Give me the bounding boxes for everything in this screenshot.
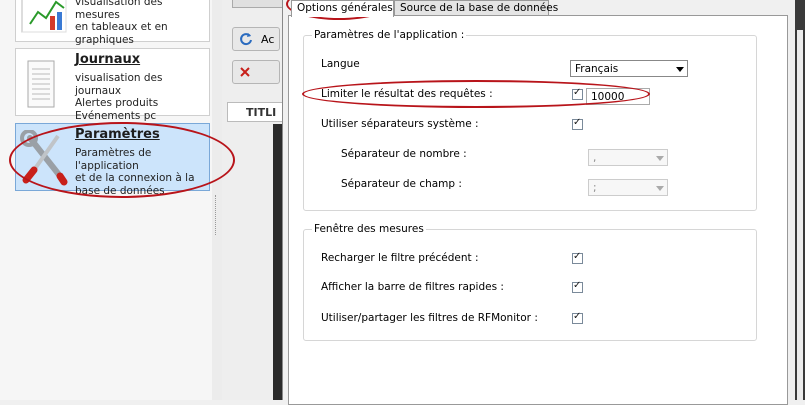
limit-input[interactable]: 10000 xyxy=(586,88,650,105)
sep-champ-value: ; xyxy=(593,182,597,194)
table-header: TITLI xyxy=(227,102,287,122)
share-filter-label: Utiliser/partager les filtres de RFMonit… xyxy=(321,312,538,324)
reload-filter-label: Recharger le filtre précédent : xyxy=(321,252,479,264)
quick-filter-checkbox[interactable] xyxy=(572,280,583,293)
nav-item-mesures[interactable]: visualisation des mesures en tableaux et… xyxy=(15,0,210,46)
langue-select[interactable]: Français xyxy=(570,60,688,77)
action-button-label: Ac xyxy=(261,33,275,46)
sep-champ-select[interactable]: ; xyxy=(588,179,668,196)
nav-item-parametres[interactable]: Paramètres Paramètres de l'application e… xyxy=(15,123,210,197)
nav-item-desc: visualisation des mesures en tableaux et… xyxy=(75,0,168,46)
langue-value: Français xyxy=(575,63,619,75)
limit-value: 10000 xyxy=(591,91,625,103)
group-app-settings: Paramètres de l'application : Langue Fra… xyxy=(303,29,757,211)
group-label: Paramètres de l'application : xyxy=(312,29,467,41)
column-header: TITLI xyxy=(246,106,277,119)
chevron-down-icon xyxy=(656,186,664,191)
limit-checkbox[interactable] xyxy=(572,87,583,100)
tab-source-bdd[interactable]: Source de la base de données xyxy=(394,0,558,15)
nav-item-desc: visualisation des journaux Alertes produ… xyxy=(75,72,163,122)
sep-num-label: Séparateur de nombre : xyxy=(341,148,467,160)
nav-item-journaux[interactable]: Journaux visualisation des journaux Aler… xyxy=(15,48,210,122)
group-label: Fenêtre des mesures xyxy=(312,223,426,235)
sep-sys-checkbox[interactable] xyxy=(572,117,583,130)
share-filter-checkbox[interactable] xyxy=(572,311,583,324)
tab-options-generales[interactable]: Options générales xyxy=(291,0,394,17)
splitter-grip[interactable] xyxy=(215,195,219,235)
nav-item-title: Journaux xyxy=(75,52,141,67)
sep-num-select[interactable]: , xyxy=(588,149,668,166)
tab-page-general: Paramètres de l'application : Langue Fra… xyxy=(288,15,788,405)
action-button[interactable]: Ac xyxy=(232,27,280,51)
sep-num-value: , xyxy=(593,152,597,164)
sep-champ-label: Séparateur de champ : xyxy=(341,178,462,190)
nav-item-desc: Paramètres de l'application et de la con… xyxy=(75,147,195,197)
group-measures-window: Fenêtre des mesures Recharger le filtre … xyxy=(303,223,757,341)
langue-label: Langue xyxy=(321,58,360,70)
nav-item-title: Paramètres xyxy=(75,127,160,142)
refresh-icon xyxy=(240,33,252,46)
limit-label: Limiter le résultat des requêtes : xyxy=(321,88,493,100)
cancel-button[interactable] xyxy=(232,60,280,84)
chevron-down-icon xyxy=(676,67,684,72)
reload-filter-checkbox[interactable] xyxy=(572,251,583,264)
tools-icon xyxy=(20,130,68,186)
window-edge xyxy=(795,0,805,400)
cancel-icon xyxy=(240,67,250,77)
quick-filter-label: Afficher la barre de filtres rapides : xyxy=(321,281,504,293)
chevron-down-icon xyxy=(656,156,664,161)
options-dialog: Options générales Source de la base de d… xyxy=(282,0,794,405)
document-icon xyxy=(27,60,55,108)
navigation-panel: visualisation des mesures en tableaux et… xyxy=(0,0,213,400)
sep-sys-label: Utiliser séparateurs système : xyxy=(321,118,479,130)
chart-icon xyxy=(21,0,67,33)
